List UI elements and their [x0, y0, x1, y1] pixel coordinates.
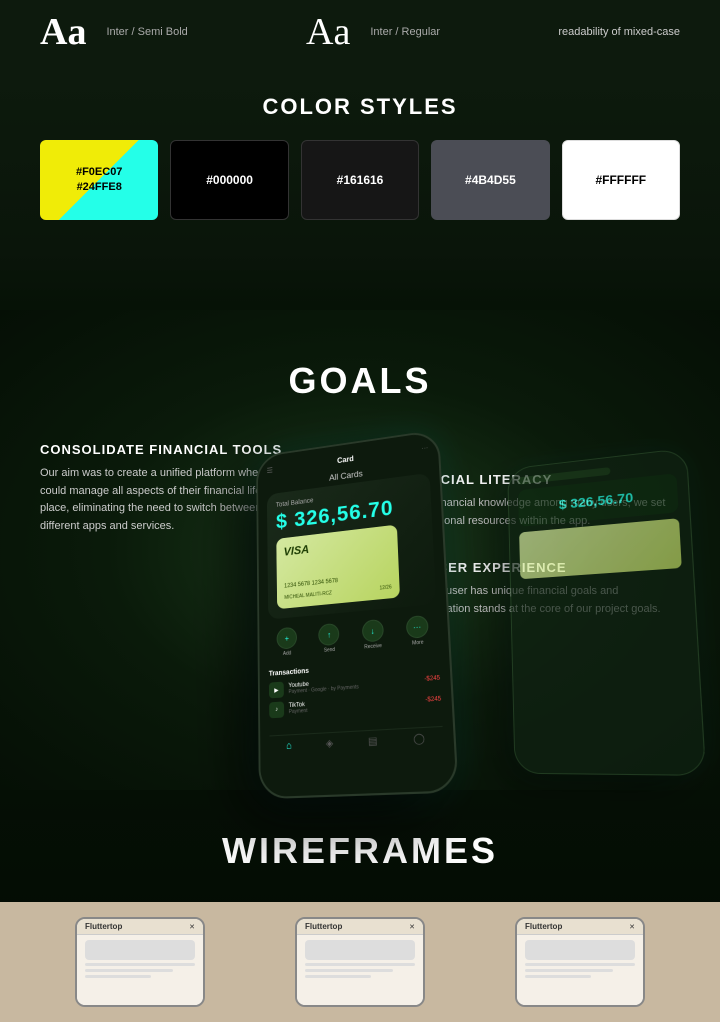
card-bottom-icon[interactable]: ▤ [368, 736, 378, 748]
wireframe-1-line1 [85, 963, 195, 966]
color-swatch-black: #000000 [170, 140, 288, 220]
wireframe-screen-2: Fluttertop ✕ [295, 917, 425, 1007]
swatch-white-label: #FFFFFF [595, 173, 646, 187]
wireframe-1-header: Fluttertop ✕ [77, 919, 203, 935]
phone-behind: $ 326,56.70 [507, 448, 706, 776]
wireframes-preview: Fluttertop ✕ Fluttertop ✕ [0, 902, 720, 1022]
profile-bottom-icon[interactable]: ◯ [413, 733, 425, 745]
tiktok-icon: ♪ [269, 701, 284, 718]
phone-card-label: Card [337, 454, 354, 465]
phone-mockup-container: $ 326,56.70 ☰ Card ··· All Cards T [250, 432, 530, 812]
card-holder: MICHEAL MALITI-RCZ [284, 590, 332, 600]
type-bold-label: Aa [40, 10, 86, 54]
send-icon: ↑ [318, 623, 339, 646]
color-swatch-white: #FFFFFF [562, 140, 680, 220]
wireframe-2-header: Fluttertop ✕ [297, 919, 423, 935]
wireframe-3-body [517, 935, 643, 1005]
color-swatch-gradient: #F0EC07 #24FFE8 [40, 140, 158, 220]
swatch-black-label: #000000 [206, 173, 253, 187]
phone-actions: + Add ↑ Send ↓ Receive ··· [268, 614, 438, 658]
youtube-amount: -$245 [424, 675, 440, 682]
visa-logo: VISA [284, 533, 390, 558]
type-regular-label: Aa [306, 10, 350, 54]
type-bold-sample: Aa Inter / Semi Bold [40, 10, 188, 54]
card-number: 1234 5678 1234 5678 [284, 578, 338, 589]
readability-text: readability of mixed-case [558, 26, 680, 38]
wireframe-3-box1 [525, 940, 635, 960]
visa-card: VISA 1234 5678 1234 5678 MICHEAL MALITI-… [276, 525, 400, 610]
wireframe-1-icon: ✕ [189, 923, 195, 931]
swatch-dark-label: #161616 [337, 173, 384, 187]
type-regular-sub: Inter / Regular [370, 26, 440, 38]
home-bottom-icon[interactable]: ⌂ [286, 740, 292, 752]
color-swatches-container: #F0EC07 #24FFE8 #000000 #161616 #4B4D55 … [40, 140, 680, 220]
add-label: Add [283, 650, 291, 657]
wireframe-2-line3 [305, 975, 371, 978]
goals-section: GOALS CONSOLIDATE FINANCIAL TOOLS Our ai… [0, 310, 720, 790]
swatch-gradient-label1: #F0EC07 [76, 165, 122, 180]
wireframe-3-line3 [525, 975, 591, 978]
color-swatch-dark: #161616 [301, 140, 419, 220]
wireframes-section: WIREFRAMES Fluttertop ✕ Fluttertop ✕ [0, 790, 720, 1022]
phone-screen: ☰ Card ··· All Cards Total Balance $ 326… [258, 431, 457, 797]
more-label: More [412, 640, 424, 647]
wireframe-1-title: Fluttertop [85, 922, 122, 931]
wireframe-2-icon: ✕ [409, 923, 415, 931]
typography-section: Aa Inter / Semi Bold Aa Inter / Regular … [0, 0, 720, 74]
wireframe-2-line2 [305, 969, 393, 972]
section-spacer [0, 250, 720, 310]
type-regular-sample: Aa Inter / Regular [306, 10, 440, 54]
action-receive[interactable]: ↓ Receive [361, 619, 383, 651]
add-icon: + [277, 627, 298, 650]
wireframe-1-line3 [85, 975, 151, 978]
chart-bottom-icon[interactable]: ◈ [326, 738, 334, 750]
wireframe-3-title: Fluttertop [525, 922, 562, 931]
wireframe-1-line2 [85, 969, 173, 972]
receive-icon: ↓ [361, 619, 383, 643]
color-styles-title: COLOR STYLES [40, 94, 680, 120]
card-expiry: 12/26 [379, 584, 391, 591]
wireframe-2-line1 [305, 963, 415, 966]
more-icon: ··· [406, 615, 429, 639]
action-more[interactable]: ··· More [406, 615, 429, 647]
transactions-section: Transactions ▶ Youtube Payment · Google … [269, 653, 442, 728]
phone-behind-screen: $ 326,56.70 [508, 449, 705, 775]
swatch-gray-label: #4B4D55 [465, 173, 516, 187]
wireframe-3-line1 [525, 963, 635, 966]
swatch-gradient-label2: #24FFE8 [77, 180, 122, 195]
phone-card-area: Total Balance $ 326,56.70 VISA 1234 5678… [267, 473, 436, 620]
send-label: Send [324, 647, 335, 654]
wireframe-2-box1 [305, 940, 415, 960]
phone-bottom-bar: ⌂ ◈ ▤ ◯ [269, 726, 443, 753]
wireframe-2-title: Fluttertop [305, 922, 342, 931]
wireframe-screen-3: Fluttertop ✕ [515, 917, 645, 1007]
youtube-info: Youtube Payment · Google · by Payments [288, 673, 424, 695]
type-bold-sub: Inter / Semi Bold [106, 26, 187, 38]
color-swatch-gray: #4B4D55 [431, 140, 549, 220]
wireframe-1-box1 [85, 940, 195, 960]
wireframe-1-body [77, 935, 203, 1005]
wireframes-title: WIREFRAMES [0, 830, 720, 872]
color-styles-section: COLOR STYLES #F0EC07 #24FFE8 #000000 #16… [0, 74, 720, 250]
phone-mockup-front: ☰ Card ··· All Cards Total Balance $ 326… [256, 429, 459, 799]
wireframe-3-icon: ✕ [629, 923, 635, 931]
goals-title: GOALS [40, 360, 680, 402]
wireframe-3-line2 [525, 969, 613, 972]
youtube-icon: ▶ [269, 682, 284, 699]
action-add[interactable]: + Add [277, 627, 298, 658]
receive-label: Receive [364, 643, 382, 650]
wireframe-screen-1: Fluttertop ✕ [75, 917, 205, 1007]
goals-content: CONSOLIDATE FINANCIAL TOOLS Our aim was … [40, 442, 680, 648]
wireframe-2-body [297, 935, 423, 1005]
tiktok-info: TikTok Payment [289, 694, 426, 715]
tiktok-amount: -$245 [425, 696, 441, 703]
action-send[interactable]: ↑ Send [318, 623, 340, 654]
wireframe-3-header: Fluttertop ✕ [517, 919, 643, 935]
